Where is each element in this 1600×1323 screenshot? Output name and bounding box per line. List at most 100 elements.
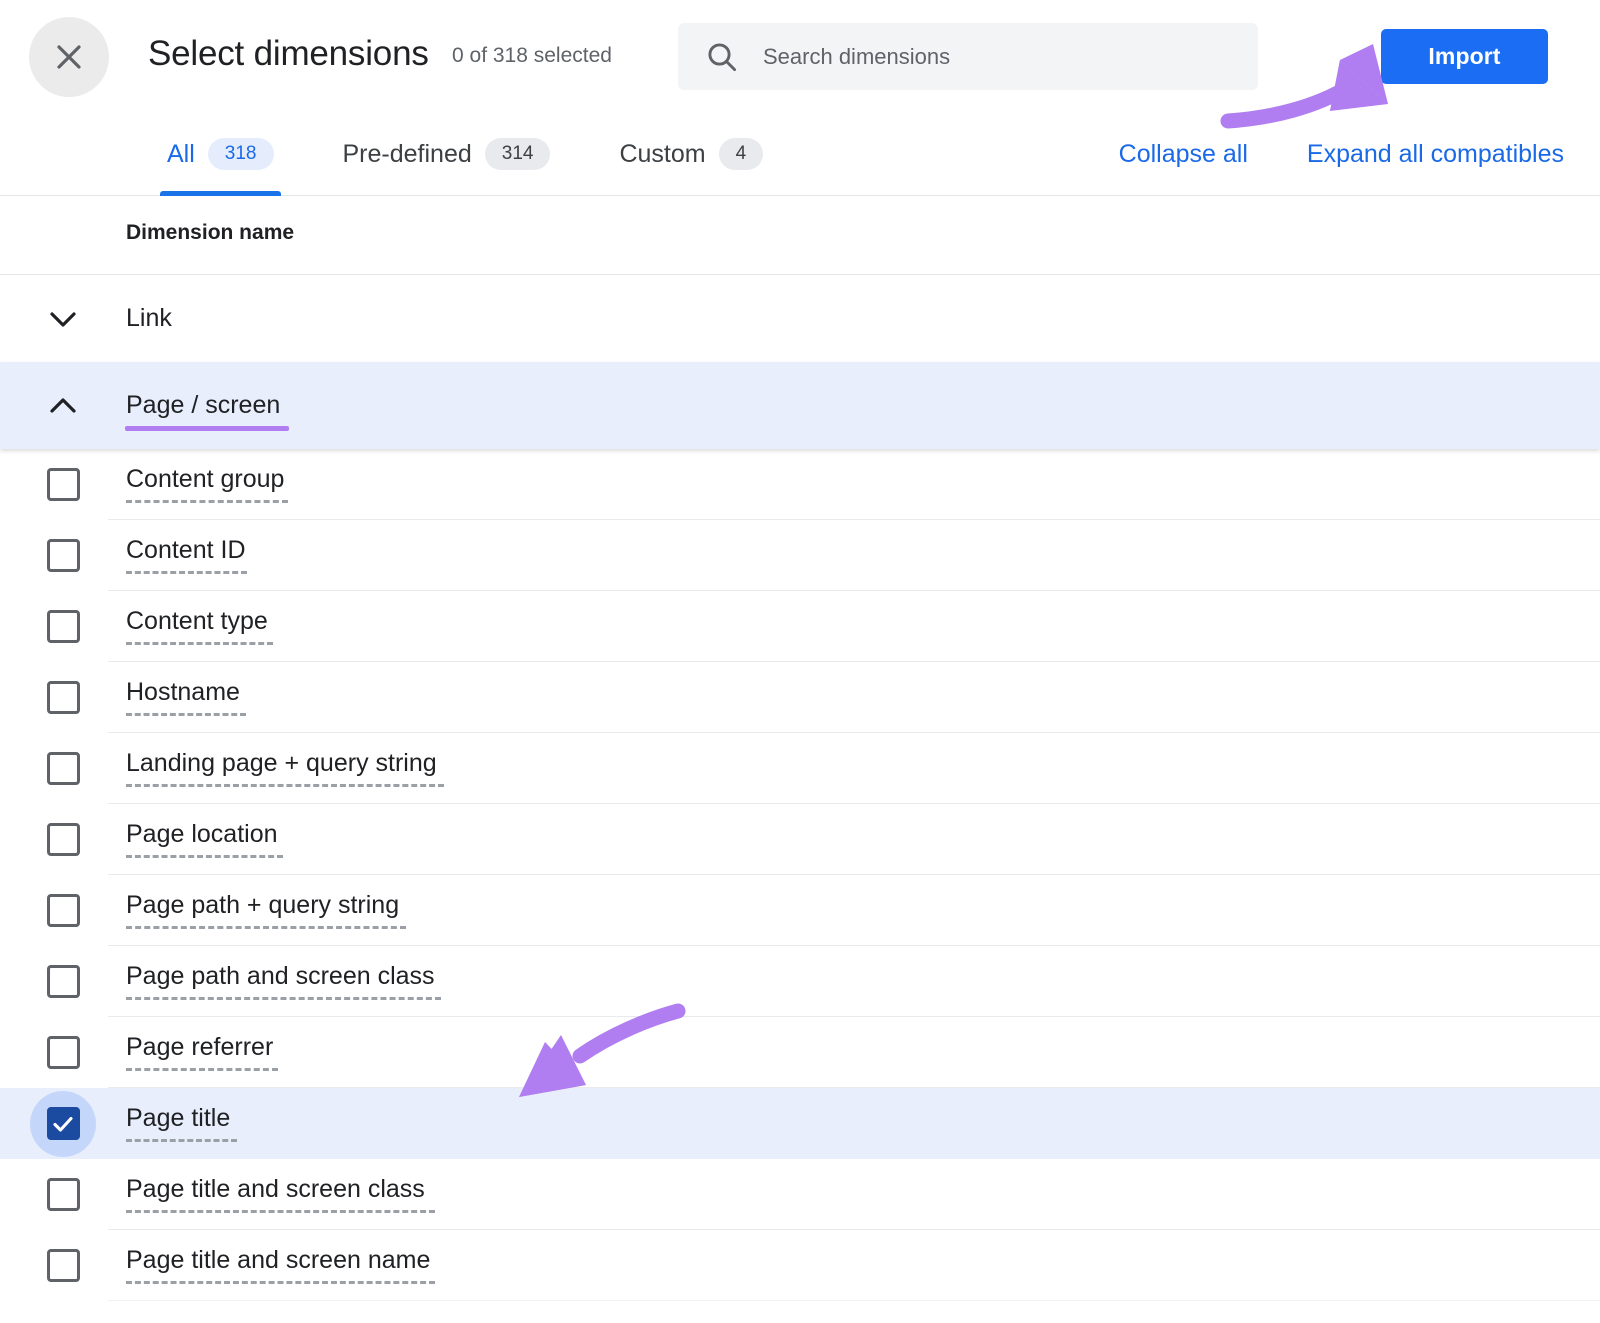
checkbox-page-location[interactable] xyxy=(30,807,96,873)
dimension-label-wrap: Hostname xyxy=(126,678,246,716)
search-input[interactable] xyxy=(763,43,1223,70)
dotted-underline xyxy=(126,499,288,503)
dimension-label-wrap: Content ID xyxy=(126,536,247,574)
tab-pre-defined-badge: 314 xyxy=(484,138,551,170)
dotted-underline xyxy=(126,1280,435,1284)
close-icon[interactable] xyxy=(29,17,109,97)
dimension-label-wrap: Content type xyxy=(126,607,273,645)
dotted-underline xyxy=(126,641,273,645)
selected-count-label: 0 of 318 selected xyxy=(452,44,612,67)
group-row-page-screen[interactable]: Page / screen xyxy=(0,362,1600,449)
group-row-link[interactable]: Link xyxy=(0,275,1600,362)
dimension-label: Page referrer xyxy=(126,1033,274,1062)
tab-actions: Collapse all Expand all compatibles xyxy=(1119,112,1564,196)
group-name-link: Link xyxy=(126,304,172,332)
column-header-dimension-name: Dimension name xyxy=(126,221,295,244)
checkbox-box xyxy=(46,1249,80,1282)
checkbox-landing-page-query-string[interactable] xyxy=(30,736,96,802)
dimension-label-wrap: Page title and screen class xyxy=(126,1175,435,1213)
dimension-label: Page path and screen class xyxy=(126,962,435,991)
checkbox-hostname[interactable] xyxy=(30,665,96,731)
list-item-page-title[interactable]: Page title xyxy=(0,1088,1600,1159)
checkbox-box xyxy=(46,539,80,572)
chevron-down-icon-glyph xyxy=(50,311,76,327)
page-title: Select dimensions xyxy=(148,34,429,73)
checkbox-content-id[interactable] xyxy=(30,523,96,589)
checkbox-page-title-and-screen-name[interactable] xyxy=(30,1233,96,1299)
checkbox-box xyxy=(46,894,80,927)
dotted-underline xyxy=(126,925,406,929)
list-item[interactable]: Page title and screen class xyxy=(0,1159,1600,1230)
tab-list: All 318 Pre-defined 314 Custom 4 xyxy=(155,112,775,196)
dimension-label-wrap: Page location xyxy=(126,820,283,858)
dimension-label-wrap: Page title and screen name xyxy=(126,1246,435,1284)
dimension-label-wrap: Landing page + query string xyxy=(126,749,444,787)
list-item[interactable]: Landing page + query string xyxy=(0,733,1600,804)
checkbox-box xyxy=(46,468,80,501)
dotted-underline xyxy=(126,783,444,787)
chevron-up-icon[interactable] xyxy=(46,389,80,423)
checkbox-box xyxy=(46,1178,80,1211)
checkbox-box xyxy=(46,1036,80,1069)
dimension-label-wrap: Content group xyxy=(126,465,288,503)
tab-custom[interactable]: Custom 4 xyxy=(607,112,775,196)
dimension-label: Hostname xyxy=(126,678,240,707)
search-dimensions-box[interactable] xyxy=(678,23,1258,90)
check-icon xyxy=(53,1116,73,1132)
dimension-label-wrap: Page path + query string xyxy=(126,891,406,929)
dimension-label: Landing page + query string xyxy=(126,749,437,778)
dotted-underline xyxy=(126,1067,278,1071)
list-item[interactable]: Page location xyxy=(0,804,1600,875)
dotted-underline xyxy=(126,854,283,858)
dotted-underline xyxy=(126,712,246,716)
search-icon xyxy=(705,40,739,74)
checkbox-content-group[interactable] xyxy=(30,452,96,518)
tab-all[interactable]: All 318 xyxy=(155,112,286,196)
dimension-label-wrap: Page title xyxy=(126,1105,237,1142)
expand-all-compatibles-button[interactable]: Expand all compatibles xyxy=(1307,140,1564,169)
dimension-label: Page path + query string xyxy=(126,891,400,920)
row-divider xyxy=(108,1300,1600,1301)
search-icon-glyph xyxy=(708,42,737,71)
checkbox-box xyxy=(46,752,80,785)
list-item[interactable]: Content type xyxy=(0,591,1600,662)
list-item[interactable]: Content group xyxy=(0,449,1600,520)
dimension-label: Content type xyxy=(126,607,268,636)
list-item[interactable]: Page path + query string xyxy=(0,875,1600,946)
checkbox-page-path-query-string[interactable] xyxy=(30,878,96,944)
dimension-label: Page location xyxy=(126,820,278,849)
chevron-down-icon[interactable] xyxy=(46,302,80,336)
collapse-all-button[interactable]: Collapse all xyxy=(1119,140,1248,169)
tab-pre-defined-label: Pre-defined xyxy=(342,139,472,168)
list-item[interactable]: Page path and screen class xyxy=(0,946,1600,1017)
list-item[interactable]: Content ID xyxy=(0,520,1600,591)
checkbox-box-checked xyxy=(46,1107,80,1140)
tab-pre-defined[interactable]: Pre-defined 314 xyxy=(331,112,563,196)
dimension-label: Content ID xyxy=(126,536,246,565)
dimension-label-wrap: Page path and screen class xyxy=(126,962,441,1000)
tab-custom-label: Custom xyxy=(619,139,706,168)
dimension-label: Page title and screen class xyxy=(126,1175,425,1204)
list-item[interactable]: Page referrer xyxy=(0,1017,1600,1088)
tab-all-badge: 318 xyxy=(207,138,274,170)
dimension-list[interactable]: Link Page / screen Content group Content… xyxy=(0,275,1600,1323)
checkbox-page-title-and-screen-class[interactable] xyxy=(30,1162,96,1228)
dimension-label: Content group xyxy=(126,465,285,494)
tab-all-label: All xyxy=(167,139,195,168)
close-icon-glyph xyxy=(57,45,81,69)
dialog-header: Select dimensions 0 of 318 selected Impo… xyxy=(0,0,1600,112)
checkbox-page-title[interactable] xyxy=(30,1090,96,1157)
list-item[interactable]: Page title and screen name xyxy=(0,1230,1600,1301)
checkbox-box xyxy=(46,965,80,998)
import-button[interactable]: Import xyxy=(1381,29,1548,84)
tab-custom-badge: 4 xyxy=(718,138,764,170)
checkbox-page-path-and-screen-class[interactable] xyxy=(30,949,96,1015)
dotted-underline xyxy=(126,570,247,574)
list-item[interactable]: Hostname xyxy=(0,662,1600,733)
dimension-label: Page title and screen name xyxy=(126,1246,431,1275)
checkbox-content-type[interactable] xyxy=(30,594,96,660)
dotted-underline xyxy=(126,996,441,1000)
select-dimensions-dialog: Select dimensions 0 of 318 selected Impo… xyxy=(0,0,1600,1323)
checkbox-page-referrer[interactable] xyxy=(30,1020,96,1086)
checkbox-box xyxy=(46,681,80,714)
